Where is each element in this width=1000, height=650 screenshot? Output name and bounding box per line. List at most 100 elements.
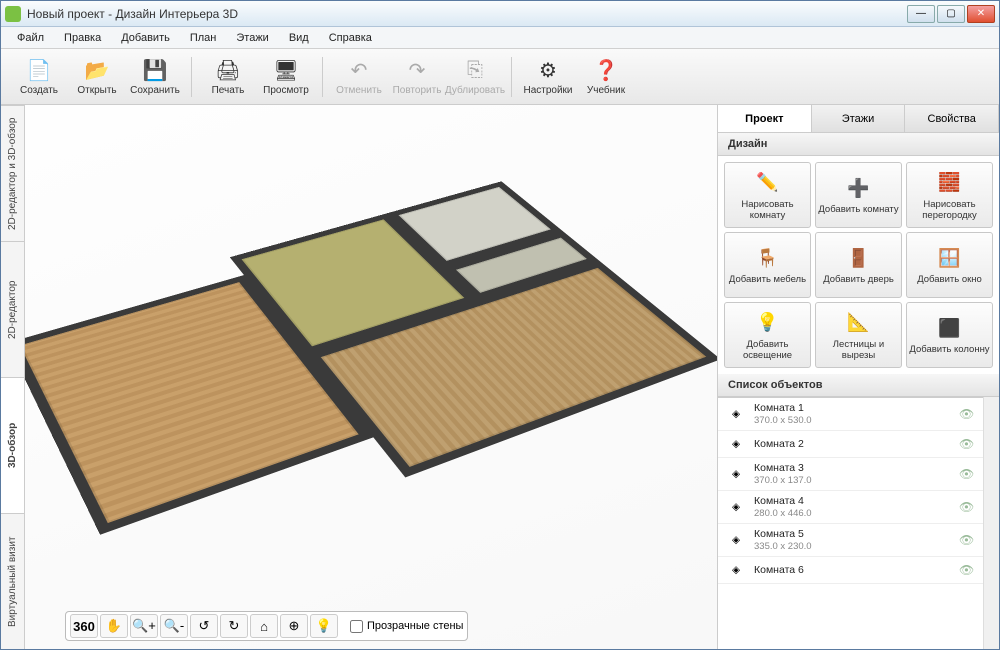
object-item-5[interactable]: ◈ Комната 5335.0 x 230.0👁	[718, 524, 983, 557]
toolbar-create-button[interactable]: Создать	[11, 52, 67, 102]
viewport-tool-0[interactable]: 360	[70, 614, 98, 638]
menu-этажи[interactable]: Этажи	[228, 29, 276, 47]
visibility-toggle-icon[interactable]: 👁	[959, 437, 975, 451]
viewport-tool-6[interactable]: ⌂	[250, 614, 278, 638]
menu-справка[interactable]: Справка	[321, 29, 380, 47]
stairs-button[interactable]: 📐Лестницы и вырезы	[815, 302, 902, 368]
open-icon	[83, 57, 111, 83]
view-tab-virtual[interactable]: Виртуальный визит	[1, 513, 24, 649]
draw-partition-icon: 🧱	[936, 170, 964, 196]
add-door-button[interactable]: 🚪Добавить дверь	[815, 232, 902, 298]
visibility-toggle-icon[interactable]: 👁	[959, 563, 975, 577]
object-size: 370.0 x 137.0	[754, 475, 959, 486]
viewport-3d[interactable]: 360✋🔍+🔍-↺↻⌂⊕💡 Прозрачные стены	[25, 105, 717, 649]
toolbar-print-button[interactable]: Печать	[200, 52, 256, 102]
add-door-label: Добавить дверь	[823, 274, 894, 285]
toolbar-separator	[191, 57, 192, 97]
toolbar-undo-button: Отменить	[331, 52, 387, 102]
visibility-toggle-icon[interactable]: 👁	[959, 407, 975, 421]
visibility-toggle-icon[interactable]: 👁	[959, 533, 975, 547]
object-item-3[interactable]: ◈Комната 3370.0 x 137.0👁	[718, 458, 983, 491]
toolbar-separator	[511, 57, 512, 97]
toolbar-preview-button[interactable]: Просмотр	[258, 52, 314, 102]
draw-partition-label: Нарисовать перегородку	[907, 199, 992, 221]
viewport-tool-5[interactable]: ↻	[220, 614, 248, 638]
viewport-tool-2[interactable]: 🔍+	[130, 614, 158, 638]
room-icon: ◈	[726, 531, 746, 549]
toolbar-save-button[interactable]: Сохранить	[127, 52, 183, 102]
object-info: Комната 3370.0 x 137.0	[754, 462, 959, 486]
undo-label: Отменить	[336, 85, 382, 96]
add-room-label: Добавить комнату	[818, 204, 898, 215]
save-label: Сохранить	[130, 85, 180, 96]
panel-tab-properties[interactable]: Свойства	[905, 105, 999, 132]
toolbar-open-button[interactable]: Открыть	[69, 52, 125, 102]
toolbar-tutorial-button[interactable]: Учебник	[578, 52, 634, 102]
create-label: Создать	[20, 85, 58, 96]
transparent-walls-label: Прозрачные стены	[367, 620, 463, 632]
menu-вид[interactable]: Вид	[281, 29, 317, 47]
object-item-2[interactable]: ◈Комната 2👁	[718, 431, 983, 458]
draw-partition-button[interactable]: 🧱 Нарисовать перегородку	[906, 162, 993, 228]
menubar: ФайлПравкаДобавитьПланЭтажи ВидСправка	[1, 27, 999, 49]
object-size: 370.0 x 530.0	[754, 415, 959, 426]
add-furniture-label: Добавить мебель	[729, 274, 806, 285]
draw-room-icon: ✏️	[754, 170, 782, 196]
viewport-toolbar: 360✋🔍+🔍-↺↻⌂⊕💡 Прозрачные стены	[65, 611, 468, 641]
duplicate-label: Дублировать	[445, 85, 505, 96]
add-window-label: Добавить окно	[917, 274, 982, 285]
window-title: Новый проект - Дизайн Интерьера 3D	[27, 7, 907, 21]
menu-правка[interactable]: Правка	[56, 29, 109, 47]
menu-добавить[interactable]: Добавить	[113, 29, 178, 47]
room-icon: ◈	[726, 435, 746, 453]
object-item-4[interactable]: ◈Комната 4280.0 x 446.0👁	[718, 491, 983, 524]
view-tab-2d3d[interactable]: 2D-редактор и 3D-обзор	[1, 105, 24, 241]
app-icon	[5, 6, 21, 22]
add-room-button[interactable]: ➕ Добавить комнату	[815, 162, 902, 228]
settings-label: Настройки	[523, 85, 572, 96]
transparent-walls-checkbox[interactable]: Прозрачные стены	[350, 620, 463, 633]
right-panel-tabs: ПроектЭтажиСвойства	[718, 105, 999, 133]
scene-3d[interactable]	[25, 105, 717, 649]
toolbar-settings-button[interactable]: Настройки	[520, 52, 576, 102]
view-tab-2d[interactable]: 2D-редактор	[1, 241, 24, 377]
tutorial-icon	[592, 57, 620, 83]
transparent-walls-input[interactable]	[350, 620, 363, 633]
object-info: Комната 5335.0 x 230.0	[754, 528, 959, 552]
preview-icon	[272, 57, 300, 83]
viewport-tool-7[interactable]: ⊕	[280, 614, 308, 638]
view-tab-3d[interactable]: 3D-обзор	[1, 377, 24, 513]
minimize-button[interactable]: —	[907, 5, 935, 23]
add-window-button[interactable]: 🪟Добавить окно	[906, 232, 993, 298]
panel-tab-project[interactable]: Проект	[718, 105, 812, 132]
object-item-1[interactable]: ◈Комната 1370.0 x 530.0👁	[718, 398, 983, 431]
add-furniture-button[interactable]: 🪑Добавить мебель	[724, 232, 811, 298]
draw-room-button[interactable]: ✏️Нарисовать комнату	[724, 162, 811, 228]
design-buttons-grid: ✏️Нарисовать комнату ➕ Добавить комнату 🧱 На…	[718, 156, 999, 374]
titlebar: Новый проект - Дизайн Интерьера 3D — ▢ ✕	[1, 1, 999, 27]
maximize-button[interactable]: ▢	[937, 5, 965, 23]
undo-icon	[345, 57, 373, 83]
toolbar-redo-button: Повторить	[389, 52, 445, 102]
visibility-toggle-icon[interactable]: 👁	[959, 500, 975, 514]
app-window: Новый проект - Дизайн Интерьера 3D — ▢ ✕…	[0, 0, 1000, 650]
menu-файл[interactable]: Файл	[9, 29, 52, 47]
viewport-tool-4[interactable]: ↺	[190, 614, 218, 638]
menu-план[interactable]: План	[182, 29, 225, 47]
visibility-toggle-icon[interactable]: 👁	[959, 467, 975, 481]
add-column-button[interactable]: ⬛Добавить колонну	[906, 302, 993, 368]
add-light-button[interactable]: 💡Добавить освещение	[724, 302, 811, 368]
object-item-6[interactable]: ◈ Комната 6👁	[718, 557, 983, 584]
panel-tab-floors[interactable]: Этажи	[812, 105, 906, 132]
viewport-tool-8[interactable]: 💡	[310, 614, 338, 638]
room-icon: ◈	[726, 561, 746, 579]
object-list-scrollbar[interactable]	[983, 397, 999, 649]
viewport-tool-3[interactable]: 🔍-	[160, 614, 188, 638]
viewport-tool-1[interactable]: ✋	[100, 614, 128, 638]
object-list[interactable]: ◈Комната 1370.0 x 530.0👁◈Комната 2👁◈Комн…	[718, 397, 983, 649]
object-info: Комната 6	[754, 564, 959, 577]
add-room-icon: ➕	[845, 175, 873, 201]
object-name: Комната 3	[754, 462, 959, 475]
settings-icon	[534, 57, 562, 83]
close-button[interactable]: ✕	[967, 5, 995, 23]
